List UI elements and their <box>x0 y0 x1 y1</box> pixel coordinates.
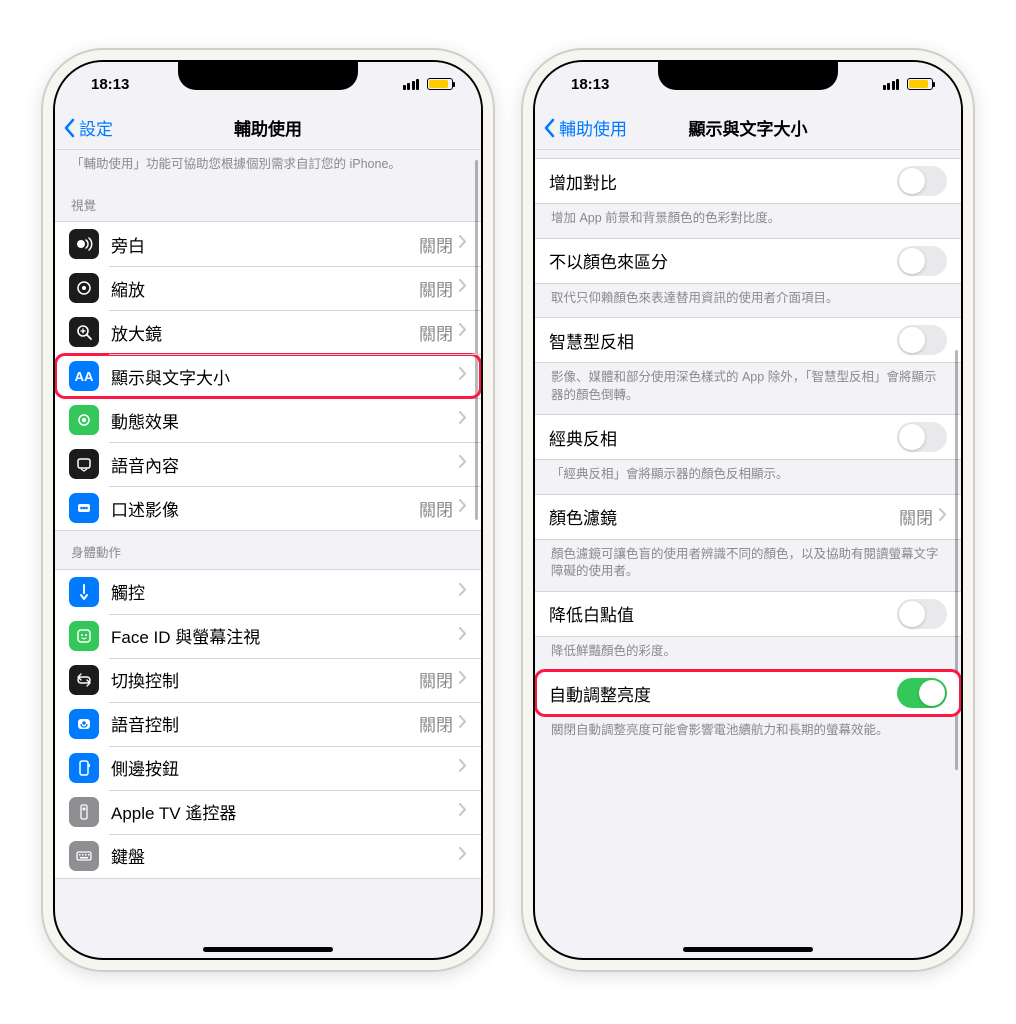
signal-icon <box>883 79 900 90</box>
footer-2: 影像、媒體和部分使用深色樣式的 App 除外，「智慧型反相」會將顯示器的顏色倒轉… <box>535 363 961 414</box>
toggle-classic-invert[interactable] <box>897 422 947 452</box>
footer-1: 取代只仰賴顏色來表達替用資訊的使用者介面項目。 <box>535 284 961 318</box>
home-indicator[interactable] <box>203 947 333 952</box>
row-spoken-content[interactable]: 語音內容 <box>55 442 481 486</box>
audio-descriptions-icon <box>69 493 99 523</box>
voice-control-icon <box>69 709 99 739</box>
content-left[interactable]: 「輔助使用」功能可協助您根據個別需求自訂您的 iPhone。 視覺 旁白 關閉 … <box>55 150 481 958</box>
back-button[interactable]: 設定 <box>63 115 113 140</box>
row-apple-tv-remote[interactable]: Apple TV 遙控器 <box>55 790 481 834</box>
chevron-right-icon <box>459 847 467 865</box>
side-button-icon <box>69 753 99 783</box>
switch-control-icon <box>69 665 99 695</box>
magnifier-icon <box>69 317 99 347</box>
row-touch[interactable]: 觸控 <box>55 570 481 614</box>
signal-icon <box>403 79 420 90</box>
back-button[interactable]: 輔助使用 <box>543 115 627 140</box>
toggle-increase-contrast[interactable] <box>897 166 947 196</box>
footer-5: 降低鮮豔顏色的彩度。 <box>535 637 961 671</box>
scrollbar[interactable] <box>475 160 478 520</box>
row-side-button[interactable]: 側邊按鈕 <box>55 746 481 790</box>
status-time: 18:13 <box>571 76 609 93</box>
toggle-differentiate[interactable] <box>897 246 947 276</box>
motion-icon <box>69 405 99 435</box>
chevron-right-icon <box>459 803 467 821</box>
row-magnifier[interactable]: 放大鏡 關閉 <box>55 310 481 354</box>
text-size-icon: AA <box>69 361 99 391</box>
row-reduce-white-point[interactable]: 降低白點值 <box>535 592 961 636</box>
footer-4: 顏色濾鏡可讓色盲的使用者辨識不同的顏色，以及協助有閱讀螢幕文字障礙的使用者。 <box>535 540 961 591</box>
row-display-text-size[interactable]: AA 顯示與文字大小 <box>55 354 481 398</box>
keyboard-icon <box>69 841 99 871</box>
row-switch-control[interactable]: 切換控制 關閉 <box>55 658 481 702</box>
content-right[interactable]: 增加對比 增加 App 前景和背景顏色的色彩對比度。 不以顏色來區分 取代只仰賴… <box>535 150 961 958</box>
row-increase-contrast[interactable]: 增加對比 <box>535 159 961 203</box>
footer-6: 關閉自動調整亮度可能會影響電池續航力和長期的螢幕效能。 <box>535 716 961 750</box>
row-color-filters[interactable]: 顏色濾鏡 關閉 <box>535 495 961 539</box>
touch-icon <box>69 577 99 607</box>
motion-header: 身體動作 <box>55 531 481 569</box>
zoom-icon <box>69 273 99 303</box>
row-auto-brightness[interactable]: 自動調整亮度 <box>535 671 961 715</box>
row-keyboard[interactable]: 鍵盤 <box>55 834 481 878</box>
footer-3: 「經典反相」會將顯示器的顏色反相顯示。 <box>535 460 961 494</box>
faceid-icon <box>69 621 99 651</box>
chevron-right-icon <box>459 759 467 777</box>
row-classic-invert[interactable]: 經典反相 <box>535 415 961 459</box>
spoken-content-icon <box>69 449 99 479</box>
intro-text: 「輔助使用」功能可協助您根據個別需求自訂您的 iPhone。 <box>55 150 481 184</box>
chevron-right-icon <box>459 235 467 253</box>
row-faceid[interactable]: Face ID 與螢幕注視 <box>55 614 481 658</box>
row-voice-control[interactable]: 語音控制 關閉 <box>55 702 481 746</box>
phone-left: 18:13 設定 輔助使用 「輔助使用」功能可協助您根據個別需求自訂您的 iPh… <box>43 50 493 970</box>
chevron-right-icon <box>459 499 467 517</box>
apple-tv-remote-icon <box>69 797 99 827</box>
chevron-right-icon <box>459 455 467 473</box>
phone-right: 18:13 輔助使用 顯示與文字大小 增加對比 增加 App 前景和背景顏色的色… <box>523 50 973 970</box>
toggle-reduce-white-point[interactable] <box>897 599 947 629</box>
battery-icon <box>907 78 933 90</box>
back-label: 設定 <box>79 115 113 140</box>
chevron-right-icon <box>459 715 467 733</box>
chevron-right-icon <box>459 627 467 645</box>
row-audio-descriptions[interactable]: 口述影像 關閉 <box>55 486 481 530</box>
home-indicator[interactable] <box>683 947 813 952</box>
status-time: 18:13 <box>91 76 129 93</box>
back-label: 輔助使用 <box>559 115 627 140</box>
notch <box>658 62 838 90</box>
battery-icon <box>427 78 453 90</box>
chevron-right-icon <box>459 323 467 341</box>
voiceover-icon <box>69 229 99 259</box>
row-voiceover[interactable]: 旁白 關閉 <box>55 222 481 266</box>
row-smart-invert[interactable]: 智慧型反相 <box>535 318 961 362</box>
toggle-smart-invert[interactable] <box>897 325 947 355</box>
chevron-right-icon <box>459 583 467 601</box>
notch <box>178 62 358 90</box>
chevron-right-icon <box>459 671 467 689</box>
row-differentiate-without-color[interactable]: 不以顏色來區分 <box>535 239 961 283</box>
chevron-right-icon <box>939 508 947 526</box>
chevron-right-icon <box>459 411 467 429</box>
footer-0: 增加 App 前景和背景顏色的色彩對比度。 <box>535 204 961 238</box>
nav-bar: 輔助使用 顯示與文字大小 <box>535 106 961 150</box>
nav-bar: 設定 輔助使用 <box>55 106 481 150</box>
nav-title: 輔助使用 <box>55 115 481 140</box>
toggle-auto-brightness[interactable] <box>897 678 947 708</box>
vision-header: 視覺 <box>55 184 481 222</box>
row-motion[interactable]: 動態效果 <box>55 398 481 442</box>
chevron-right-icon <box>459 279 467 297</box>
chevron-right-icon <box>459 367 467 385</box>
row-zoom[interactable]: 縮放 關閉 <box>55 266 481 310</box>
